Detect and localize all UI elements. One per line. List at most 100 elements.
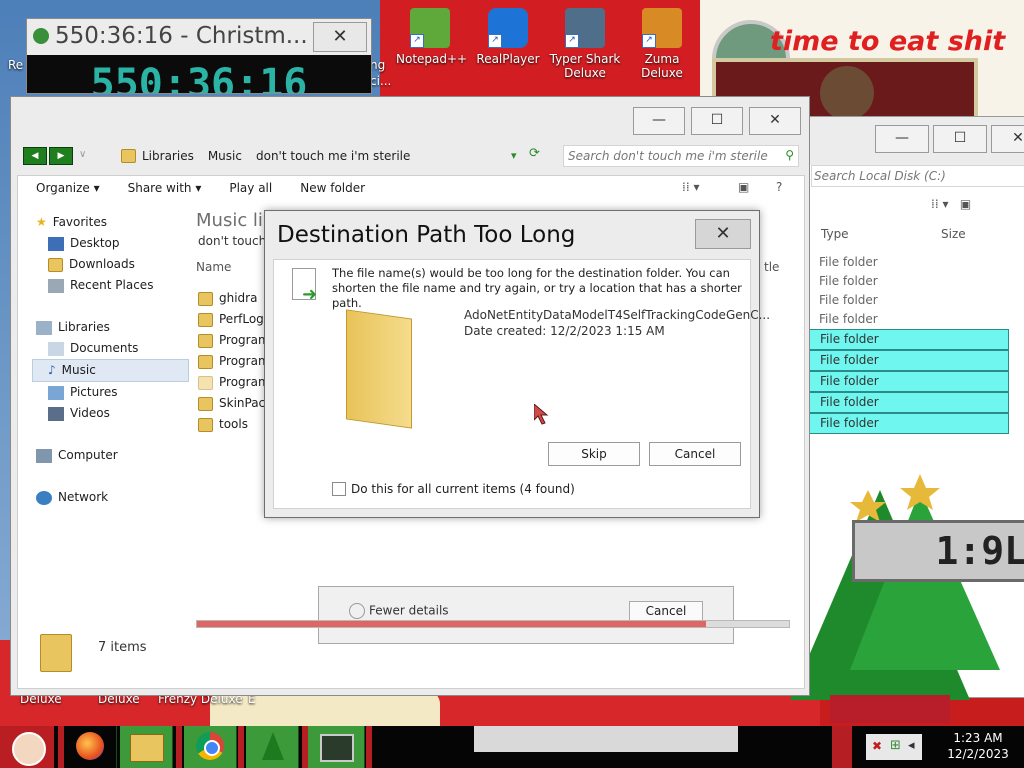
star-icon: ★ [36, 215, 47, 229]
folder-icon [198, 417, 213, 432]
taskbar-chrome[interactable] [184, 726, 237, 768]
taskbar-clock[interactable]: 1:23 AM 12/2/2023 [940, 730, 1016, 762]
dialog-panel: ➜ The file name(s) would be too long for… [273, 259, 770, 509]
dialog-close-button[interactable]: ✕ [695, 219, 751, 249]
help-icon[interactable]: ? [776, 180, 782, 194]
desktop-icon-zuma[interactable]: ↗ Zuma Deluxe [626, 8, 698, 80]
start-button[interactable] [0, 726, 54, 768]
desktop-icon [48, 236, 64, 251]
bg-close-button[interactable]: ✕ [991, 125, 1024, 153]
tree-icon [33, 28, 49, 44]
nav-libraries[interactable]: Libraries [36, 317, 186, 338]
breadcrumb-folder[interactable]: don't touch me i'm sterile [256, 149, 410, 163]
folder-icon [198, 375, 213, 390]
breadcrumb-music[interactable]: Music [208, 149, 242, 163]
nav-music[interactable]: ♪ Music [32, 359, 189, 382]
stopwatch-window[interactable]: 550:36:16 - Christm... ✕ 550:36:16 [26, 18, 372, 94]
taskbar-firefox[interactable] [64, 726, 117, 768]
forward-button[interactable]: ▶ [49, 147, 73, 165]
bg-row-type[interactable]: File folder [809, 291, 1009, 310]
new-folder-button[interactable]: New folder [300, 181, 365, 195]
network-error-icon[interactable]: ✖ [872, 739, 882, 753]
nav-recent-places[interactable]: Recent Places [36, 275, 186, 296]
taskbar-file-explorer[interactable] [120, 726, 173, 768]
play-all-button[interactable]: Play all [229, 181, 272, 195]
nav-desktop[interactable]: Desktop [36, 233, 186, 254]
bg-col-size[interactable]: Size [941, 227, 966, 241]
taskbar-christmas-app[interactable] [246, 726, 299, 768]
desktop-icon-realplayer[interactable]: ↗ RealPlayer [476, 8, 540, 66]
folder-icon [198, 396, 213, 411]
nav-documents[interactable]: Documents [36, 338, 186, 359]
col-name-header[interactable]: Name [196, 260, 231, 274]
refresh-icon[interactable]: ⟳ [529, 146, 540, 161]
nav-pictures[interactable]: Pictures [36, 382, 186, 403]
search-input[interactable]: Search don't touch me i'm sterile [568, 149, 768, 163]
checkbox-box[interactable] [332, 482, 346, 496]
bg-row-type-selected[interactable]: File folder [809, 371, 1009, 392]
path-too-long-dialog[interactable]: Destination Path Too Long ✕ ➜ The file n… [264, 210, 770, 518]
search-icon[interactable]: ⚲ [785, 148, 794, 162]
bg-row-type[interactable]: File folder [809, 310, 1009, 329]
do-for-all-checkbox[interactable]: Do this for all current items (4 found) [332, 482, 575, 496]
bg-col-type[interactable]: Type [821, 227, 849, 241]
nav-videos[interactable]: Videos [36, 403, 186, 424]
back-button[interactable]: ◀ [23, 147, 47, 165]
system-tray[interactable]: ✖ ⊞ ◂ [866, 734, 922, 760]
dialog-cancel-button[interactable]: Cancel [649, 442, 741, 466]
address-bar[interactable]: Libraries Music don't touch me i'm steri… [121, 147, 549, 165]
search-box[interactable]: Search don't touch me i'm sterile ⚲ [563, 145, 799, 167]
taskbar-separator [176, 726, 182, 768]
maximize-button[interactable]: ☐ [691, 107, 743, 135]
desktop-icon-notepadpp[interactable]: ↗ Notepad++ [396, 8, 467, 66]
firefox-icon [76, 732, 104, 760]
address-dropdown-icon[interactable]: ▾ [511, 149, 517, 162]
bg-row-type-selected[interactable]: File folder [809, 350, 1009, 371]
terminal-icon [320, 734, 354, 762]
share-with-button[interactable]: Share with ▾ [128, 181, 202, 195]
folder-icon [121, 149, 136, 163]
nav-favorites[interactable]: ★ Favorites [36, 212, 186, 233]
nav-computer[interactable]: Computer [36, 445, 186, 466]
tray-network-icon[interactable]: ⊞ [890, 738, 901, 753]
bg-maximize-button[interactable]: ☐ [933, 125, 987, 153]
organize-button[interactable]: Organize ▾ [36, 181, 100, 195]
recent-dropdown-icon[interactable]: ∨ [79, 147, 86, 165]
folder-icon [198, 333, 213, 348]
bg-row-type[interactable]: File folder [809, 253, 1009, 272]
taskbar-terminal[interactable] [308, 726, 365, 768]
breadcrumb-libraries[interactable]: Libraries [142, 149, 194, 163]
desktop-icon-typershark[interactable]: ↗ Typer Shark Deluxe [548, 8, 622, 80]
nav-downloads[interactable]: Downloads [36, 254, 186, 275]
bg-row-type-selected[interactable]: File folder [809, 329, 1009, 350]
library-subtitle: don't touch [198, 234, 267, 248]
bg-row-type[interactable]: File folder [809, 272, 1009, 291]
nav-network[interactable]: Network [36, 487, 186, 508]
bg-search-input[interactable]: Search Local Disk (C:) [811, 165, 1024, 187]
folder-icon [198, 291, 213, 306]
preview-pane-icon[interactable]: ▣ [738, 180, 749, 194]
close-button[interactable]: ✕ [749, 107, 801, 135]
bg-view-options[interactable]: ⁞⁞ ▾ ▣ [931, 197, 971, 211]
bg-file-list: File folder File folder File folder File… [809, 253, 1009, 434]
status-item-count: 7 items [98, 640, 147, 655]
taskbar: ✖ ⊞ ◂ 1:23 AM 12/2/2023 [0, 726, 1024, 768]
view-options-button[interactable]: ⁞⁞ ▾ [682, 180, 699, 194]
desktop-icon-label: RealPlayer [476, 52, 540, 66]
music-icon: ♪ [48, 363, 56, 377]
minimize-button[interactable]: — [633, 107, 685, 135]
bg-row-type-selected[interactable]: File folder [809, 413, 1009, 434]
libraries-icon [36, 320, 52, 335]
large-folder-icon [336, 308, 424, 429]
bg-minimize-button[interactable]: — [875, 125, 929, 153]
copy-cancel-button[interactable]: Cancel [629, 601, 703, 621]
pictures-icon [48, 385, 64, 400]
col-title-header[interactable]: tle [764, 260, 779, 274]
stopwatch-close-button[interactable]: ✕ [313, 22, 367, 52]
fewer-details-toggle[interactable]: Fewer details [349, 603, 449, 619]
volume-icon[interactable]: ◂ [908, 738, 915, 753]
skip-button[interactable]: Skip [548, 442, 640, 466]
bg-row-type-selected[interactable]: File folder [809, 392, 1009, 413]
